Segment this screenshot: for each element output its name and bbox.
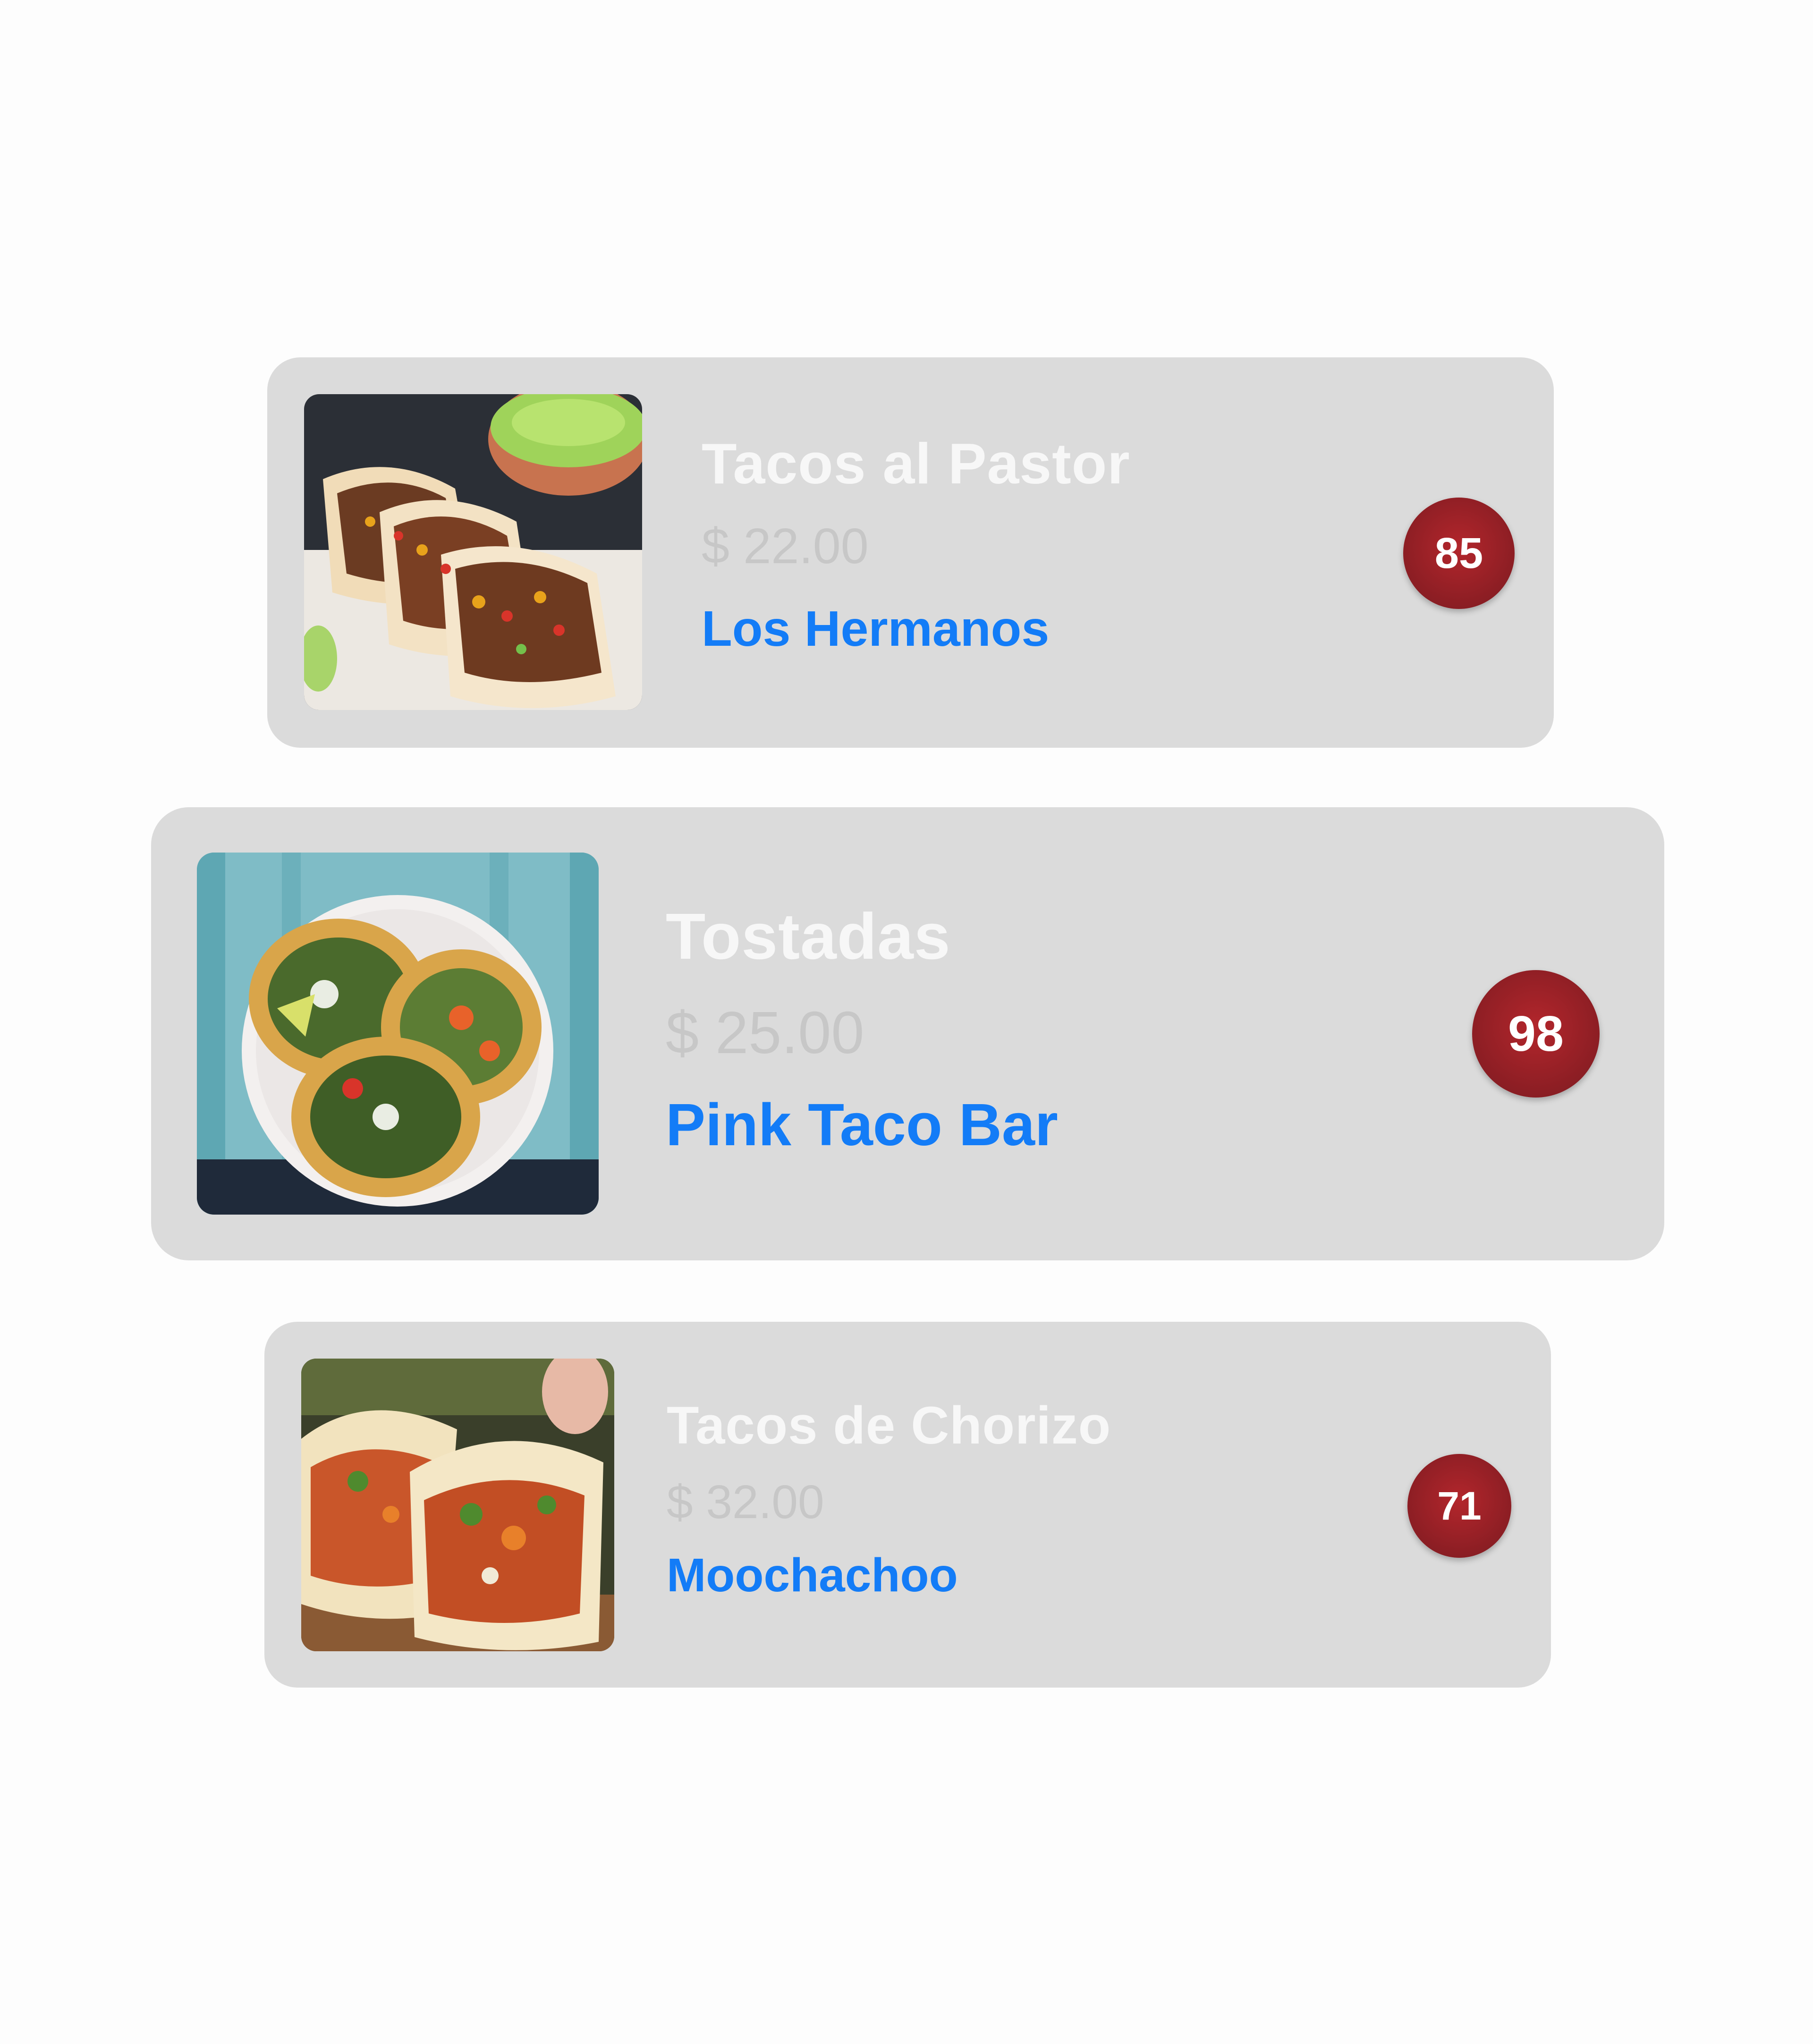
score-badge: 85 [1403, 498, 1515, 609]
food-photo[interactable] [197, 853, 599, 1215]
item-name: Tostadas [666, 900, 951, 973]
food-photo[interactable] [304, 394, 642, 710]
food-photo-graphic [301, 1359, 614, 1651]
item-price: $ 25.00 [666, 999, 864, 1066]
food-card[interactable]: Tacos al Pastor $ 22.00 Los Hermanos 85 [267, 357, 1554, 748]
food-photo-graphic [197, 853, 599, 1215]
item-price: $ 32.00 [667, 1476, 824, 1529]
item-name: Tacos al Pastor [702, 431, 1130, 496]
score-badge: 71 [1407, 1454, 1511, 1558]
item-name: Tacos de Chorizo [667, 1396, 1111, 1455]
food-photo[interactable] [301, 1359, 614, 1651]
score-badge: 98 [1472, 970, 1600, 1098]
food-card[interactable]: Tostadas $ 25.00 Pink Taco Bar 98 [151, 807, 1664, 1260]
food-photo-graphic [304, 394, 642, 710]
restaurant-link[interactable]: Moochachoo [667, 1548, 958, 1603]
restaurant-link[interactable]: Pink Taco Bar [666, 1090, 1058, 1159]
item-price: $ 22.00 [702, 518, 869, 574]
restaurant-link[interactable]: Los Hermanos [702, 600, 1049, 658]
food-card[interactable]: Tacos de Chorizo $ 32.00 Moochachoo 71 [264, 1322, 1551, 1688]
